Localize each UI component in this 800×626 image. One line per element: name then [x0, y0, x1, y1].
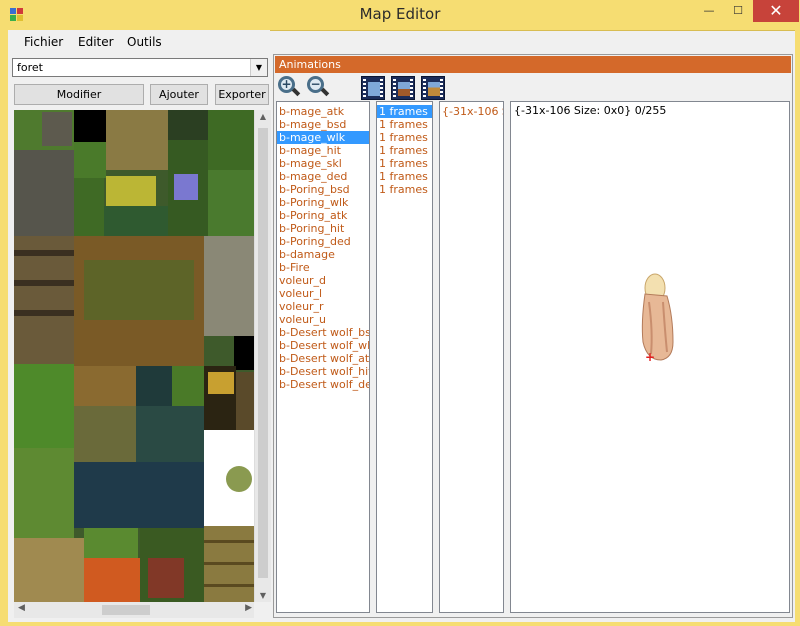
- window-frame-right: [795, 30, 800, 626]
- scroll-left-icon[interactable]: ◀: [18, 603, 25, 613]
- list-item[interactable]: voleur_d: [277, 274, 369, 287]
- list-item[interactable]: b-Poring_hit: [277, 222, 369, 235]
- list-item[interactable]: b-Desert wolf_hit: [277, 365, 369, 378]
- animations-header: Animations: [275, 56, 791, 73]
- menu-fichier[interactable]: Fichier: [24, 35, 63, 49]
- frame-item[interactable]: 1 frames: [377, 118, 432, 131]
- list-item[interactable]: b-Desert wolf_ded: [277, 378, 369, 391]
- list-item[interactable]: b-Desert wolf_bsd: [277, 326, 369, 339]
- list-item[interactable]: voleur_l: [277, 287, 369, 300]
- add-button[interactable]: Ajouter: [150, 84, 208, 105]
- film-icon[interactable]: [361, 76, 385, 100]
- window-title: Map Editor: [359, 5, 441, 23]
- list-item[interactable]: b-mage_skl: [277, 157, 369, 170]
- minimize-button[interactable]: —: [694, 0, 724, 22]
- list-item[interactable]: b-Desert wolf_atk: [277, 352, 369, 365]
- chevron-down-icon[interactable]: ▼: [250, 59, 267, 76]
- list-item[interactable]: b-mage_bsd: [277, 118, 369, 131]
- film-icon[interactable]: [421, 76, 445, 100]
- title-bar[interactable]: Map Editor — ☐ ✕: [0, 0, 800, 31]
- scroll-right-icon[interactable]: ▶: [245, 603, 252, 613]
- list-item-selected[interactable]: b-mage_wlk: [277, 131, 369, 144]
- menu-outils[interactable]: Outils: [127, 35, 162, 49]
- list-item[interactable]: b-mage_hit: [277, 144, 369, 157]
- preview-info: {-31x-106 Size: 0x0} 0/255: [514, 104, 667, 117]
- frame-item[interactable]: 1 frames: [377, 170, 432, 183]
- tileset-vertical-scrollbar[interactable]: ▲ ▼: [254, 110, 271, 602]
- frame-item[interactable]: 1 frames: [377, 183, 432, 196]
- list-item[interactable]: voleur_r: [277, 300, 369, 313]
- export-button[interactable]: Exporter: [215, 84, 269, 105]
- list-item[interactable]: b-Poring_atk: [277, 209, 369, 222]
- scroll-up-icon[interactable]: ▲: [255, 112, 271, 121]
- window-frame-left: [0, 30, 8, 626]
- animation-list[interactable]: b-mage_atk b-mage_bsd b-mage_wlk b-mage_…: [276, 101, 370, 613]
- menu-bar: Fichier Editer Outils: [8, 30, 270, 54]
- frames-list[interactable]: 1 frames 1 frames 1 frames 1 frames 1 fr…: [376, 101, 433, 613]
- list-item[interactable]: b-Fire: [277, 261, 369, 274]
- maximize-button[interactable]: ☐: [723, 0, 753, 22]
- scrollbar-thumb[interactable]: [258, 128, 268, 578]
- scrollbar-thumb[interactable]: [102, 605, 150, 615]
- scroll-down-icon[interactable]: ▼: [255, 591, 271, 600]
- close-button[interactable]: ✕: [753, 0, 799, 22]
- size-item[interactable]: {-31x-106 Siz: [440, 105, 503, 118]
- frame-item[interactable]: 1 frames: [377, 144, 432, 157]
- list-item[interactable]: b-Poring_wlk: [277, 196, 369, 209]
- tileset-canvas[interactable]: [14, 110, 254, 602]
- window-frame-bottom: [0, 622, 800, 626]
- animation-preview[interactable]: {-31x-106 Size: 0x0} 0/255 +: [510, 101, 790, 613]
- list-item[interactable]: b-mage_atk: [277, 105, 369, 118]
- list-item[interactable]: voleur_u: [277, 313, 369, 326]
- list-item[interactable]: b-Poring_ded: [277, 235, 369, 248]
- modify-button[interactable]: Modifier: [14, 84, 144, 105]
- list-item[interactable]: b-damage: [277, 248, 369, 261]
- zoom-out-icon[interactable]: −: [306, 76, 330, 100]
- frame-item[interactable]: 1 frames: [377, 157, 432, 170]
- list-item[interactable]: b-Desert wolf_wlk: [277, 339, 369, 352]
- film-icon[interactable]: [391, 76, 415, 100]
- tileset-dropdown[interactable]: foret ▼: [12, 58, 268, 77]
- origin-marker-icon: +: [645, 350, 656, 364]
- sprite-image: [641, 273, 674, 361]
- frame-item[interactable]: 1 frames: [377, 131, 432, 144]
- size-list[interactable]: {-31x-106 Siz: [439, 101, 504, 613]
- tileset-dropdown-value: foret: [17, 61, 43, 74]
- frame-item-selected[interactable]: 1 frames: [377, 105, 432, 118]
- zoom-in-icon[interactable]: +: [277, 76, 301, 100]
- list-item[interactable]: b-Poring_bsd: [277, 183, 369, 196]
- menu-editer[interactable]: Editer: [78, 35, 114, 49]
- list-item[interactable]: b-mage_ded: [277, 170, 369, 183]
- tileset-horizontal-scrollbar[interactable]: ◀ ▶: [14, 602, 254, 618]
